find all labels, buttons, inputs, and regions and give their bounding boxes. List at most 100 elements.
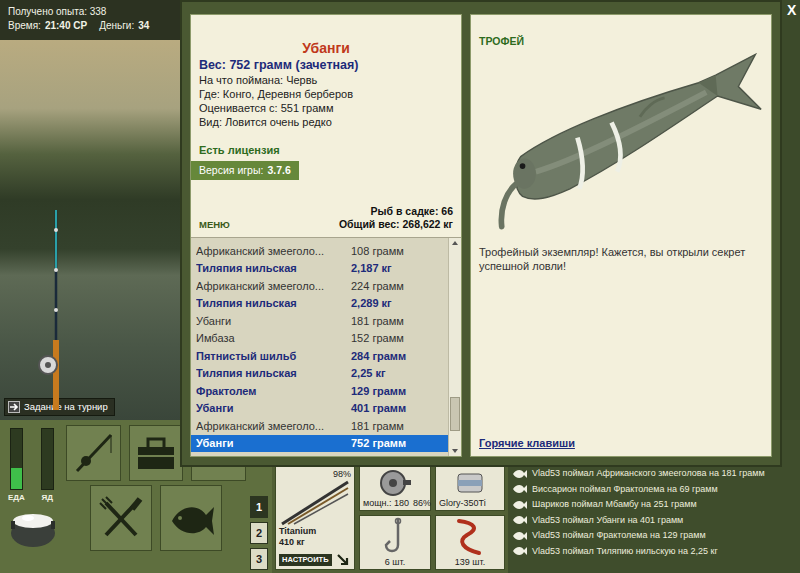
reel-condition: 86% [413, 498, 431, 509]
catch-rows: Африканский змееголо...108 граммТиляпия … [191, 238, 448, 456]
tackle-box-button[interactable] [129, 425, 184, 481]
catch-name: Пятнистый шильб [196, 348, 351, 365]
chat-text: Виссарион поймал Фрактолема на 69 грамм [532, 482, 718, 498]
meter-track [10, 428, 23, 490]
close-button[interactable]: X [784, 2, 799, 18]
chat-text: Vlad53 поймал Африканского змееголова на… [532, 466, 765, 482]
catch-dialog: УбангиВес: 752 грамм (зачетная)На что по… [180, 0, 782, 467]
slot-button[interactable]: 1 [250, 496, 268, 518]
chat-text: Vlad53 поймал Фрактолема на 129 грамм [532, 528, 706, 544]
list-scrollbar[interactable] [448, 238, 461, 456]
license-label: Есть лицензия [199, 143, 453, 157]
catch-row[interactable]: Африканский змееголо...181 грамм [191, 417, 448, 435]
catch-name: Фрактолем [196, 383, 351, 400]
worm-icon [439, 517, 501, 557]
catch-row[interactable]: Убанги752 грамм [191, 435, 448, 453]
catch-weight: 401 грамм [351, 400, 443, 417]
fish-info: УбангиВес: 752 грамм (зачетная)На что по… [191, 15, 461, 237]
scroll-up-icon [452, 241, 458, 245]
meter-label: ЯД [42, 493, 53, 503]
fork-knife-icon [98, 495, 144, 541]
bait-cell: 139 шт. [435, 515, 505, 570]
trophy-heading: ТРОФЕЙ [479, 35, 763, 48]
catch-name: Африканский змееголо... [196, 278, 351, 295]
rod-icon [279, 480, 351, 526]
setup-button[interactable]: НАСТРОИТЬ [279, 554, 332, 566]
money-value: 34 [138, 19, 149, 33]
meters-panel: ЕДА ЯД [0, 420, 66, 573]
catch-list: Африканский змееголо...108 граммТиляпия … [191, 237, 461, 456]
rods-button[interactable] [66, 425, 121, 481]
setup-row: НАСТРОИТЬ [279, 553, 351, 567]
catch-name: Убанги [196, 400, 351, 417]
trophy-panel: ТРОФЕЙ Трофейный экземпляр! Кажется, вы о… [470, 14, 772, 457]
slot-button[interactable]: 2 [250, 522, 268, 544]
meter: ЕДА [8, 428, 25, 503]
catch-row[interactable]: Фрактолем129 грамм [191, 382, 448, 400]
fish-weight: Вес: 752 грамм (зачетная) [199, 57, 453, 73]
elephantfish-icon [479, 48, 763, 233]
catch-row[interactable]: Убанги181 грамм [191, 312, 448, 330]
tiles-row [66, 485, 246, 551]
line-name: Glory-350Ti [439, 498, 501, 509]
fish-detail: Вид: Ловится очень редко [199, 115, 453, 129]
catch-row[interactable]: Тиляпия нильская2,25 кг [191, 365, 448, 383]
catch-name: Тиляпия нильская [196, 260, 351, 277]
line-column: Glory-350Ti 139 шт. [435, 466, 505, 570]
catch-weight: 181 грамм [351, 313, 443, 330]
chat-text: Шариков поймал Мбамбу на 251 грамм [532, 497, 697, 513]
time-value: 21:40 СР [45, 19, 87, 33]
tournament-button[interactable]: Задание на турнир [4, 398, 115, 416]
catch-row[interactable]: Тиляпия нильская2,187 кг [191, 260, 448, 278]
version-strip: Версия игры:3.7.6 [191, 161, 299, 180]
catch-row[interactable]: Африканский змееголо...108 грамм [191, 242, 448, 260]
catch-name: Африканский змееголо... [196, 418, 351, 435]
reel-icon [363, 468, 427, 498]
trophy-message: Трофейный экземпляр! Кажется, вы открыли… [479, 245, 763, 273]
fish-icon [512, 500, 528, 510]
fish-icon [166, 495, 216, 541]
hook-cell: 6 шт. [359, 515, 431, 570]
chat-line: Шариков поймал Мбамбу на 251 грамм [512, 497, 797, 513]
game-screen: Получено опыта: 338Время:21:40 СРДеньги:… [0, 0, 800, 573]
fish-detail: Оценивается с: 551 грамм [199, 101, 453, 115]
scroll-down-icon [452, 449, 458, 453]
slot-button[interactable]: 3 [250, 548, 268, 570]
total-weight: Общий вес: 268,622 кг [339, 218, 453, 231]
catch-weight: 2,289 кг [351, 295, 443, 312]
meter-track [41, 428, 54, 490]
catch-row[interactable]: Убанги401 грамм [191, 400, 448, 418]
reel-row: мощн.: 18086% [363, 498, 427, 509]
keepnet-button[interactable] [160, 485, 222, 551]
catch-name: Убанги [196, 313, 351, 330]
menu-button[interactable]: МЕНЮ [199, 219, 230, 231]
chat-line: Vlad53 поймал Фрактолема на 129 грамм [512, 528, 797, 544]
catch-row[interactable]: Пятнистый шильб284 грамм [191, 347, 448, 365]
catch-weight: 108 грамм [351, 243, 443, 260]
catch-name: Убанги [196, 435, 351, 452]
left-column: Получено опыта: 338Время:21:40 СРДеньги:… [0, 0, 180, 420]
expand-arrow-icon [336, 553, 350, 567]
catch-row[interactable]: Африканский змееголо...224 грамм [191, 277, 448, 295]
catch-name: Тиляпия нильская [196, 295, 351, 312]
scroll-thumb[interactable] [450, 397, 460, 431]
chat-line: Vlad53 поймал Убанги на 401 грамм [512, 513, 797, 529]
line-spool-icon [439, 468, 501, 498]
keepnet-stats: Рыб в садке: 66Общий вес: 268,622 кг [339, 205, 453, 231]
hotkeys-link[interactable]: Горячие клавиши [479, 436, 763, 450]
meter-label: ЕДА [8, 493, 25, 503]
catch-weight: 129 грамм [351, 383, 443, 400]
catch-weight: 181 грамм [351, 418, 443, 435]
catch-row[interactable]: Тиляпия нильская2,289 кг [191, 295, 448, 313]
catch-row[interactable]: Имбаза152 грамм [191, 330, 448, 348]
catch-name: Имбаза [196, 330, 351, 347]
stats-row: МЕНЮ Рыб в садке: 66Общий вес: 268,622 кг [199, 205, 453, 231]
experience-label: Получено опыта: 338 [8, 5, 172, 19]
catch-name: Тиляпия нильская [196, 365, 351, 382]
hook-count: 6 шт. [363, 557, 427, 568]
fish-icon [512, 546, 528, 556]
bait-count: 139 шт. [439, 557, 501, 568]
fish-count: Рыб в садке: 66 [339, 205, 453, 218]
fishing-rod-icon [71, 431, 115, 475]
food-button[interactable] [90, 485, 152, 551]
